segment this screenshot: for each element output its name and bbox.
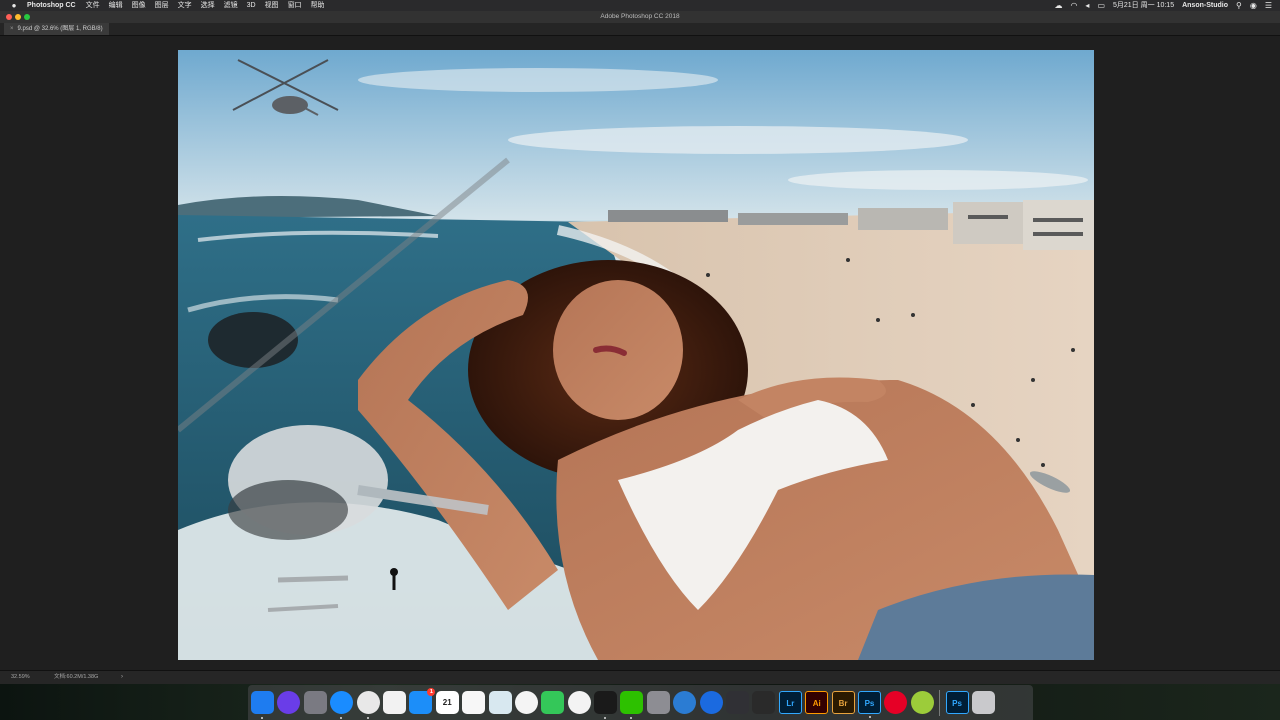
window-close-button[interactable] <box>6 14 12 20</box>
dock-qq-icon[interactable] <box>594 691 618 719</box>
dock-launchpad-icon[interactable] <box>303 691 327 714</box>
dock-calendar-icon[interactable]: 21 <box>435 691 459 714</box>
dock-safari-icon[interactable] <box>330 691 354 719</box>
close-tab-icon[interactable]: × <box>10 23 14 35</box>
document-info[interactable]: 文档:60.2M/1.38G <box>54 671 98 684</box>
dock-preview-icon[interactable] <box>488 691 512 714</box>
creative-cloud-icon[interactable]: ☁ <box>1054 0 1062 11</box>
dock-siri-icon[interactable] <box>277 691 301 714</box>
notification-badge: 1 <box>427 688 436 696</box>
window-minimize-button[interactable] <box>15 14 21 20</box>
dock-reminders-icon[interactable] <box>462 691 486 714</box>
dock-photoshop-icon[interactable]: Ps <box>857 691 881 718</box>
dock-textedit-icon[interactable] <box>382 691 406 714</box>
dock-1password-icon[interactable] <box>699 691 723 714</box>
dock-photoshop-label: Ps <box>864 699 875 708</box>
dock-bridge-label: Br <box>838 699 848 708</box>
menu-3d[interactable]: 3D <box>247 0 256 11</box>
dock-itunes-icon[interactable] <box>567 691 591 714</box>
status-bar: 32.59% 文档:60.2M/1.38G › <box>0 670 1280 684</box>
dock-bridge-icon[interactable]: Br <box>831 691 855 714</box>
document-tab-label: 9.psd @ 32.6% (图层 1, RGB/8) <box>17 26 103 32</box>
dock-photoshop-file-label: Ps <box>952 699 962 708</box>
dock-finder-icon[interactable] <box>251 691 274 719</box>
running-indicator <box>630 717 633 719</box>
menu-select[interactable]: 选择 <box>201 0 215 11</box>
cloud <box>788 170 1088 190</box>
composite-image <box>178 50 1094 660</box>
surfer <box>390 568 398 576</box>
user-name[interactable]: Anson-Studio <box>1182 0 1228 11</box>
dock-system-preferences-icon[interactable] <box>646 691 670 714</box>
dock-calendar-label: 21 <box>442 698 452 707</box>
dock-illustrator-label: Ai <box>812 699 821 708</box>
dock-trash-icon[interactable] <box>971 691 995 714</box>
zoom-level[interactable]: 32.59% <box>11 671 30 684</box>
menu-view[interactable]: 视图 <box>265 0 279 11</box>
dock-facetime-icon[interactable] <box>541 691 565 714</box>
menu-help[interactable]: 帮助 <box>311 0 325 11</box>
menu-file[interactable]: 文件 <box>86 0 100 11</box>
menu-image[interactable]: 图像 <box>132 0 146 11</box>
cloud <box>508 126 968 154</box>
document-canvas[interactable] <box>178 50 1094 660</box>
apple-menu-icon[interactable]: ● <box>9 0 19 11</box>
menu-filter[interactable]: 滤镜 <box>224 0 238 11</box>
dock-illustrator-icon[interactable]: Ai <box>805 691 829 714</box>
dock-paw-icon[interactable] <box>726 691 750 714</box>
search-icon[interactable]: ⚲ <box>1236 0 1242 11</box>
status-menu-arrow[interactable]: › <box>121 671 123 684</box>
dock-wechat-icon[interactable] <box>620 691 644 719</box>
dock-photoshop-file-icon[interactable]: Ps <box>945 691 969 714</box>
status-menu-area: ☁ ◠ ◂ ▭ 5月21日 周一 10:15 Anson-Studio ⚲ ◉ … <box>1054 0 1272 11</box>
window-title-bar: Adobe Photoshop CC 2018 <box>0 11 1280 23</box>
running-indicator <box>604 717 607 719</box>
datetime[interactable]: 5月21日 周一 10:15 <box>1113 0 1174 11</box>
running-indicator <box>868 716 871 718</box>
wifi-icon[interactable]: ◠ <box>1070 0 1077 11</box>
window-title: Adobe Photoshop CC 2018 <box>600 13 680 20</box>
menu-window[interactable]: 窗口 <box>288 0 302 11</box>
dock-lightroom-label: Lr <box>786 699 795 708</box>
document-tab[interactable]: × 9.psd @ 32.6% (图层 1, RGB/8) <box>4 23 109 35</box>
dock-netease-music-icon[interactable] <box>884 691 908 714</box>
document-tab-bar: × 9.psd @ 32.6% (图层 1, RGB/8) <box>0 23 1280 36</box>
dock-lightroom-icon[interactable]: Lr <box>778 691 802 714</box>
dock-chrome-icon[interactable] <box>356 691 380 719</box>
window-zoom-button[interactable] <box>24 14 30 20</box>
menu-type[interactable]: 文字 <box>178 0 192 11</box>
dock: 1 21 Lr Ai Br Ps Ps <box>248 685 1033 720</box>
running-indicator <box>261 717 263 719</box>
notification-center-icon[interactable]: ☰ <box>1265 0 1272 11</box>
menu-layer[interactable]: 图层 <box>155 0 169 11</box>
app-menu[interactable]: Photoshop CC <box>27 0 76 11</box>
cloud <box>358 68 718 92</box>
menu-edit[interactable]: 编辑 <box>109 0 123 11</box>
dock-separator <box>939 689 941 716</box>
dock-photos-icon[interactable] <box>514 691 538 714</box>
siri-icon[interactable]: ◉ <box>1250 0 1257 11</box>
sound-icon[interactable]: ◂ <box>1085 0 1089 11</box>
dock-edge-icon[interactable] <box>673 691 697 714</box>
battery-icon[interactable]: ▭ <box>1097 0 1105 11</box>
canvas-area[interactable] <box>0 36 1280 670</box>
running-indicator <box>366 717 369 719</box>
dock-final-cut-icon[interactable] <box>752 691 776 714</box>
dock-app-store-icon[interactable]: 1 <box>409 688 436 714</box>
menu-bar: ● Photoshop CC 文件 编辑 图像 图层 文字 选择 滤镜 3D 视… <box>0 0 1280 11</box>
running-indicator <box>340 717 343 719</box>
dock-pitchfork-icon[interactable] <box>910 691 934 714</box>
